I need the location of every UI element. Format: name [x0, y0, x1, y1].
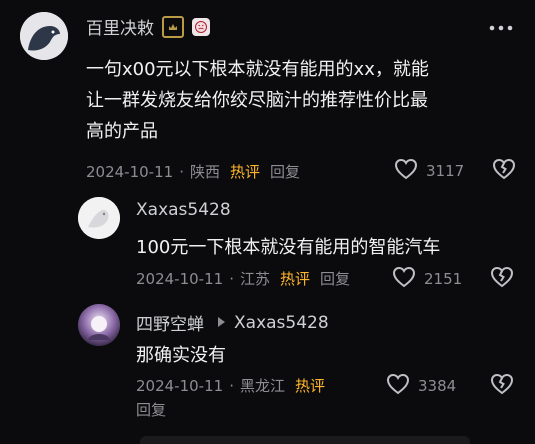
comment-author[interactable]: Xaxas5428	[136, 200, 231, 220]
avatar[interactable]	[78, 197, 120, 239]
hot-label: 热评	[279, 270, 310, 288]
reply-to-user[interactable]: Xaxas5428	[234, 313, 329, 333]
comment-location: 黑龙江	[239, 377, 285, 395]
comment-dot: ·	[179, 162, 184, 181]
comment-location: 陕西	[189, 163, 220, 181]
comment-author[interactable]: 百里决敕	[86, 14, 154, 39]
comment-date: 2024-10-11	[136, 376, 224, 395]
comment-text: 100元一下根本就没有能用的智能汽车	[136, 237, 441, 258]
reply-button[interactable]: 回复	[320, 268, 350, 289]
broken-heart-icon[interactable]	[490, 373, 514, 399]
heart-icon[interactable]	[386, 373, 410, 399]
avatar[interactable]	[20, 12, 68, 60]
reply-arrow-icon	[216, 313, 226, 332]
comment-line: 让一群发烧友给你绞尽脑汁的推荐性价比最	[86, 90, 428, 111]
heart-icon[interactable]	[394, 158, 418, 184]
broken-heart-icon[interactable]	[492, 158, 516, 184]
comment-location: 江苏	[239, 270, 270, 288]
comment-text: 那确实没有	[136, 345, 226, 366]
emoji-badge-icon	[192, 17, 210, 36]
like-count: 3384	[418, 377, 457, 395]
reply-button[interactable]: 回复	[270, 161, 300, 182]
comment-text: 一句x00元以下根本就没有能用的xx，就能 让一群发烧友给你绞尽脑汁的推荐性价比…	[86, 54, 526, 147]
heart-icon[interactable]	[392, 266, 416, 292]
broken-heart-icon[interactable]	[490, 266, 514, 292]
reply-button[interactable]: 回复	[136, 399, 166, 420]
comment-dot: ·	[229, 269, 234, 288]
comment-dot: ·	[229, 376, 234, 395]
comment-author[interactable]: 四野空蝉	[136, 310, 204, 335]
comment-date: 2024-10-11	[136, 269, 224, 288]
like-count: 2151	[424, 270, 463, 288]
comment-line: 高的产品	[86, 121, 158, 142]
more-icon[interactable]	[486, 18, 516, 38]
comment-date: 2024-10-11	[86, 162, 174, 181]
comment-line: 一句x00元以下根本就没有能用的xx，就能	[86, 59, 429, 80]
hot-label: 热评	[229, 163, 260, 181]
avatar[interactable]	[78, 304, 120, 346]
bottom-bar	[140, 436, 470, 444]
level-badge-icon	[162, 15, 184, 38]
like-count: 3117	[426, 162, 465, 180]
hot-label: 热评	[294, 377, 325, 395]
